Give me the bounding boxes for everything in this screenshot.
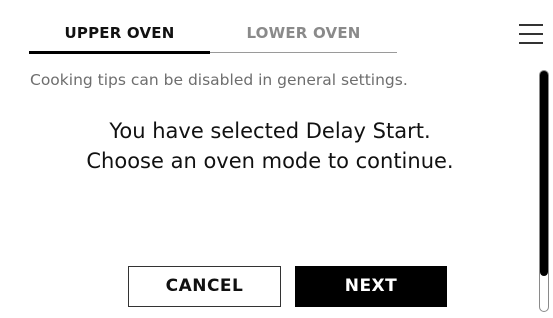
menu-bar-bottom xyxy=(519,42,543,44)
cooking-tip-text: Cooking tips can be disabled in general … xyxy=(30,71,408,89)
hamburger-menu-icon[interactable] xyxy=(519,23,543,45)
delay-start-message: You have selected Delay Start. Choose an… xyxy=(40,116,500,176)
oven-tab-bar: UPPER OVEN LOWER OVEN xyxy=(29,18,397,54)
cancel-button[interactable]: CANCEL xyxy=(128,266,281,307)
tab-upper-oven[interactable]: UPPER OVEN xyxy=(29,18,210,54)
scrollbar-thumb[interactable] xyxy=(540,71,548,276)
message-line-2: Choose an oven mode to continue. xyxy=(86,149,454,173)
tab-lower-oven[interactable]: LOWER OVEN xyxy=(210,18,397,52)
message-line-1: You have selected Delay Start. xyxy=(109,119,431,143)
next-button[interactable]: NEXT xyxy=(295,266,447,307)
menu-bar-middle xyxy=(519,33,543,35)
menu-bar-top xyxy=(519,24,543,26)
